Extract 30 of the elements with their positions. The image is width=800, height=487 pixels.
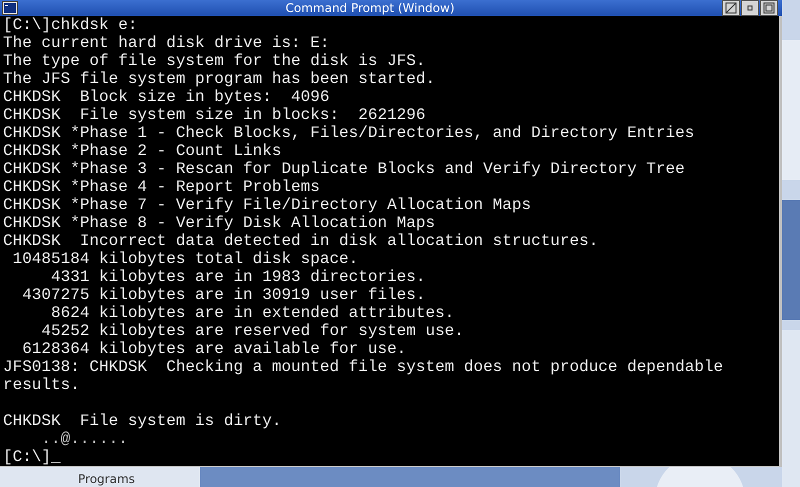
console-line: 45252 kilobytes are reserved for system use.	[40, 322, 464, 340]
hide-button[interactable]	[722, 0, 740, 16]
window-menu-icon[interactable]	[2, 1, 18, 15]
console-line: 4331 kilobytes are in 1983 directories.	[50, 268, 426, 286]
console-line: [C:\]chkdsk e:	[3, 16, 138, 34]
console-line: The current hard disk drive is: E:	[3, 34, 330, 52]
progress-indicator: ..@......	[40, 430, 128, 448]
console-line: JFS0138: CHKDSK Checking a mounted file system does not produce dependable	[3, 358, 724, 376]
maximize-button[interactable]	[760, 0, 778, 16]
console-line: CHKDSK *Phase 8 - Verify Disk Allocation Maps	[3, 214, 436, 232]
console-line: The JFS file system program has been started.	[3, 70, 436, 88]
console-line: 8624 kilobytes are in extended attributes.	[50, 304, 454, 322]
console-line: CHKDSK *Phase 7 - Verify File/Directory Allocation Maps	[3, 196, 532, 214]
console-line: [C:\]_	[3, 448, 61, 466]
console-line: CHKDSK Incorrect data detected in disk allocation structures.	[3, 232, 598, 250]
console-line: CHKDSK *Phase 1 - Check Blocks, Files/Directories, and Directory Entries	[3, 124, 694, 142]
console-line: CHKDSK *Phase 4 - Report Problems	[3, 178, 320, 196]
console-line: CHKDSK Block size in bytes: 4096	[3, 88, 330, 106]
console-line: 10485184 kilobytes total disk space.	[12, 250, 358, 268]
minimize-button[interactable]	[741, 0, 759, 16]
console-line: 4307275 kilobytes are in 30919 user files.	[21, 286, 426, 304]
console-line: 6128364 kilobytes are available for use.	[21, 340, 406, 358]
console-line: CHKDSK File system size in blocks: 2621296	[3, 106, 426, 124]
window-title: Command Prompt (Window)	[284, 1, 456, 15]
console-line: results.	[3, 376, 80, 394]
console-line: CHKDSK *Phase 2 - Count Links	[3, 142, 282, 160]
console-line: The type of file system for the disk is JFS.	[3, 52, 426, 70]
console-line: CHKDSK File system is dirty.	[3, 412, 282, 430]
console-line: CHKDSK *Phase 3 - Rescan for Duplicate Blocks and Verify Directory Tree	[3, 160, 685, 178]
taskbar-label[interactable]: Programs	[78, 472, 135, 486]
